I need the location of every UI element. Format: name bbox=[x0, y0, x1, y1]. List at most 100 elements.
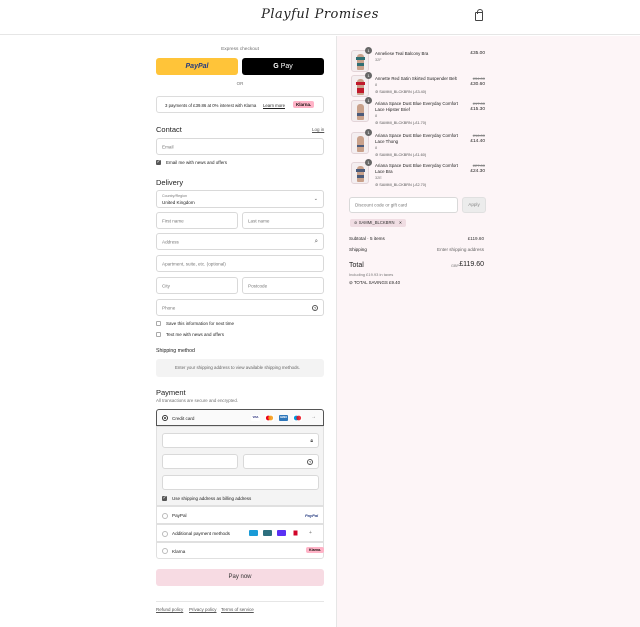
paypal-logo: PayPal bbox=[185, 63, 209, 70]
chevron-down-icon: ⌄ bbox=[313, 196, 318, 202]
billing-address-label: Use shipping address as billing address bbox=[172, 496, 252, 501]
item-original-price: £27.00 bbox=[472, 163, 485, 168]
paypal-label: PayPal bbox=[172, 513, 187, 518]
item-price: £14.40 bbox=[470, 139, 485, 144]
help-icon[interactable]: ? bbox=[312, 304, 318, 311]
item-discount-code: SAMMI_BLCKBRN (-£1.60) bbox=[379, 153, 427, 157]
item-original-price: £16.00 bbox=[472, 133, 485, 138]
item-price: £35.00 bbox=[470, 51, 485, 56]
payment-subtitle: All transactions are secure and encrypte… bbox=[156, 398, 239, 403]
total-savings-text: TOTAL SAVINGS £9.40 bbox=[353, 280, 401, 285]
clearpay-logo-icon bbox=[249, 530, 258, 536]
lock-icon: 🔒︎ bbox=[310, 437, 313, 444]
shipping-value: Enter shipping address bbox=[437, 247, 484, 252]
subtotal-value: £119.60 bbox=[467, 236, 484, 241]
login-link[interactable]: Log in bbox=[312, 127, 324, 132]
shipping-method-message: Enter your shipping address to view avai… bbox=[175, 365, 300, 370]
item-variant: 32E bbox=[375, 176, 382, 180]
unionpay-logo-icon bbox=[291, 530, 300, 536]
address-field[interactable]: Address ⌕ bbox=[156, 233, 324, 250]
footer-divider bbox=[156, 601, 324, 602]
last-name-field[interactable]: Last name bbox=[242, 212, 324, 229]
klarna-banner: 3 payments of £39.86 at 0% interest with… bbox=[156, 96, 324, 113]
paypal-option[interactable]: PayPal PayPal bbox=[156, 506, 324, 524]
klarna-learn-more-link[interactable]: Learn more bbox=[263, 103, 285, 108]
name-on-card-field[interactable] bbox=[162, 475, 319, 490]
express-checkout-title: Express checkout bbox=[221, 47, 259, 52]
maestro-logo-icon bbox=[293, 414, 302, 421]
first-name-field[interactable]: First name bbox=[156, 212, 238, 229]
expiry-field[interactable] bbox=[162, 454, 238, 469]
last-name-placeholder: Last name bbox=[248, 218, 270, 223]
privacy-policy-link[interactable]: Privacy policy bbox=[189, 607, 217, 612]
paypal-radio[interactable] bbox=[162, 512, 168, 519]
quantity-badge: 1 bbox=[365, 47, 372, 54]
text-me-checkbox[interactable] bbox=[156, 332, 161, 337]
order-item: 1 Anneliese Teal Balcony Bra 32F £35.00 bbox=[351, 47, 485, 76]
terms-of-service-link[interactable]: Terms of service bbox=[221, 607, 254, 612]
email-field[interactable]: Email bbox=[156, 138, 324, 155]
item-discount: ⊘ SAMMI_BLCKBRN (-£1.70) bbox=[375, 121, 427, 125]
or-divider: OR bbox=[236, 81, 244, 86]
additional-payment-option[interactable]: Additional payment methods + bbox=[156, 524, 324, 542]
phone-field[interactable]: Phone ? bbox=[156, 299, 324, 316]
item-price: £24.30 bbox=[470, 169, 485, 174]
save-info-checkbox[interactable] bbox=[156, 321, 161, 326]
shopping-bag-icon[interactable] bbox=[475, 9, 483, 21]
postcode-field[interactable]: Postcode bbox=[242, 277, 324, 294]
klarna-payment-badge: Klarna. bbox=[306, 547, 325, 553]
google-pay-button[interactable]: G Pay bbox=[242, 58, 324, 75]
email-news-checkbox[interactable] bbox=[156, 159, 161, 165]
item-name: Anneliese Teal Balcony Bra bbox=[375, 51, 429, 56]
country-label: Country/Region bbox=[162, 194, 187, 198]
additional-payment-label: Additional payment methods bbox=[172, 531, 230, 536]
klarna-radio[interactable] bbox=[162, 548, 168, 554]
taxes-note: Including £19.93 in taxes bbox=[349, 272, 394, 277]
header: Playful Promises bbox=[0, 0, 640, 35]
text-me-label: Text me with news and offers bbox=[166, 332, 224, 337]
credit-card-radio[interactable] bbox=[162, 415, 168, 421]
item-variant: 32F bbox=[375, 58, 382, 62]
security-code-field[interactable]: ? bbox=[243, 454, 319, 469]
mastercard-logo-icon bbox=[265, 414, 274, 421]
shipping-label: Shipping bbox=[349, 247, 367, 252]
item-discount: ⊘ SAMMI_BLCKBRN (-£2.70) bbox=[375, 183, 427, 187]
country-select[interactable]: Country/Region United Kingdom ⌄ bbox=[156, 190, 324, 208]
item-original-price: £17.00 bbox=[472, 101, 485, 106]
country-value: United Kingdom bbox=[162, 200, 195, 205]
city-field[interactable]: City bbox=[156, 277, 238, 294]
applied-discount-tag: ⊘ SAMMI_BLCKBRN ✕ bbox=[350, 219, 407, 227]
phone-placeholder: Phone bbox=[162, 305, 176, 310]
email-placeholder: Email bbox=[162, 144, 174, 149]
google-g-icon: G bbox=[273, 63, 279, 70]
klarna-option[interactable]: Klarna Klarna. bbox=[156, 542, 325, 559]
pay-now-button[interactable]: Pay now bbox=[156, 569, 324, 586]
item-variant: 8 bbox=[375, 114, 378, 118]
currency-code: GBP bbox=[451, 264, 460, 268]
remove-discount-icon[interactable]: ✕ bbox=[399, 220, 403, 225]
apply-discount-button[interactable]: Apply bbox=[462, 197, 486, 213]
applied-discount-code: SAMMI_BLCKBRN bbox=[358, 220, 395, 225]
help-icon[interactable]: ? bbox=[307, 458, 313, 465]
additional-payment-radio[interactable] bbox=[162, 530, 168, 537]
item-name: Ariana Space Dust Blue Everyday Comfort … bbox=[375, 101, 458, 112]
item-name: Ariana Space Dust Blue Everyday Comfort … bbox=[375, 133, 458, 144]
quantity-badge: 1 bbox=[365, 97, 372, 104]
card-number-field[interactable]: 🔒︎ bbox=[162, 433, 319, 448]
delivery-title: Delivery bbox=[156, 178, 184, 187]
paypal-express-button[interactable]: PayPal bbox=[156, 58, 238, 75]
visa-logo-icon: VISA bbox=[251, 414, 260, 421]
store-logo[interactable]: Playful Promises bbox=[0, 7, 640, 22]
item-name: Ariana Space Dust Blue Everyday Comfort … bbox=[375, 163, 458, 174]
city-placeholder: City bbox=[162, 283, 170, 288]
item-variant: 8 bbox=[375, 146, 378, 150]
discount-code-field[interactable]: Discount code or gift card bbox=[349, 197, 458, 213]
refund-policy-link[interactable]: Refund policy bbox=[156, 607, 183, 612]
billing-address-checkbox[interactable] bbox=[162, 495, 167, 501]
total-value: £119.60 bbox=[459, 261, 484, 268]
apartment-field[interactable]: Apartment, suite, etc. (optional) bbox=[156, 255, 324, 272]
quantity-badge: 1 bbox=[365, 159, 372, 166]
credit-card-option[interactable]: Credit card VISA AMEX → bbox=[156, 409, 324, 426]
item-variant: 8 bbox=[375, 83, 378, 87]
amex-logo-icon: AMEX bbox=[279, 414, 288, 421]
